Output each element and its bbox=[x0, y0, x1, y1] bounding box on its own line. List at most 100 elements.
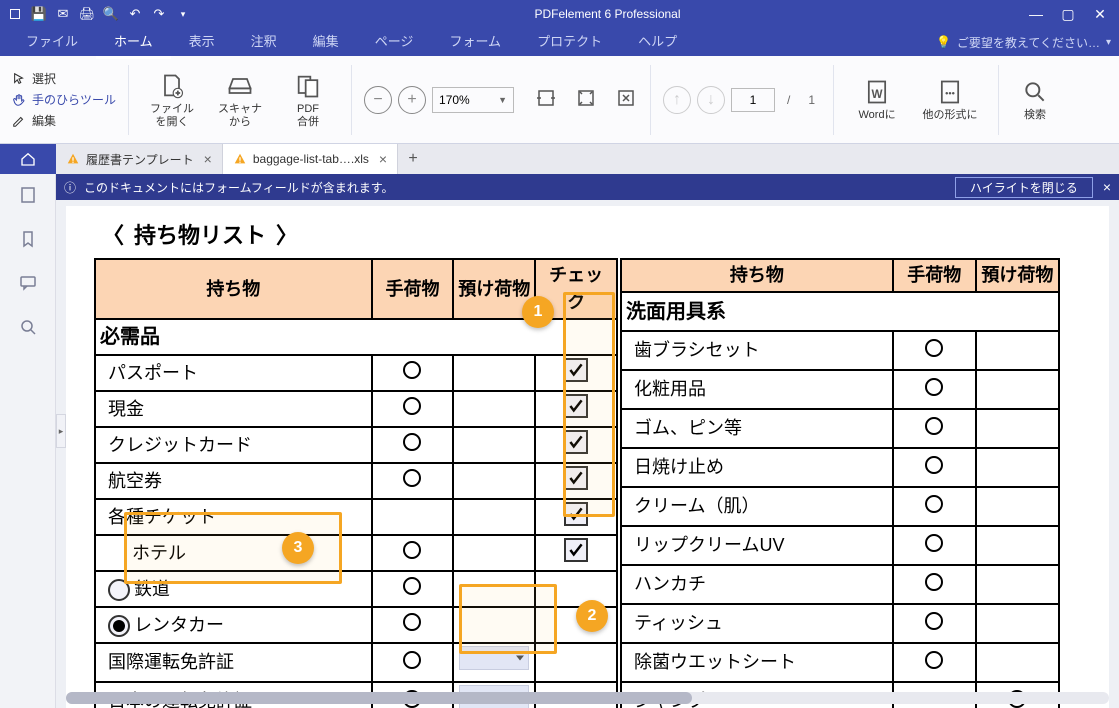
mark-cell bbox=[535, 643, 617, 682]
tool-edit[interactable]: 編集 bbox=[10, 112, 116, 130]
other-format-button[interactable]: ••• 他の形式に bbox=[914, 77, 986, 121]
item-cell: ハンカチ bbox=[621, 565, 893, 604]
open-file-button[interactable]: ファイル を開く bbox=[141, 71, 203, 127]
file-open-icon bbox=[157, 71, 187, 101]
zoom-dropdown-icon: ▼ bbox=[498, 95, 507, 105]
mark-cell[interactable] bbox=[535, 427, 617, 463]
item-cell: クリーム（肌） bbox=[621, 487, 893, 526]
close-button[interactable]: ✕ bbox=[1085, 4, 1115, 24]
menu-form[interactable]: フォーム bbox=[431, 25, 519, 59]
zoom-in-button[interactable]: + bbox=[398, 86, 426, 114]
undo-icon[interactable]: ↶ bbox=[124, 3, 146, 25]
check-cell bbox=[453, 463, 535, 499]
hand-cell bbox=[372, 607, 454, 643]
menu-edit[interactable]: 編集 bbox=[295, 25, 357, 59]
mail-icon[interactable]: ✉ bbox=[52, 3, 74, 25]
doc-tab-1[interactable]: 履歴書テンプレート × bbox=[56, 144, 223, 174]
checkbox[interactable] bbox=[564, 502, 588, 526]
comments-icon[interactable] bbox=[17, 272, 39, 294]
help-hint-chevron: ▾ bbox=[1106, 37, 1111, 48]
word-icon: W bbox=[862, 77, 892, 107]
hand-cell bbox=[372, 535, 454, 571]
hand-cell bbox=[893, 331, 976, 370]
close-tab-icon[interactable]: × bbox=[204, 151, 212, 167]
checkbox[interactable] bbox=[564, 394, 588, 418]
check-cell bbox=[453, 499, 535, 535]
document-tabs: 履歴書テンプレート × baggage-list-tab….xls × + bbox=[0, 144, 1119, 174]
next-page-button[interactable]: ↓ bbox=[697, 86, 725, 114]
item-cell: クレジットカード bbox=[95, 427, 372, 463]
search-panel-icon[interactable] bbox=[17, 316, 39, 338]
checkbox[interactable] bbox=[564, 466, 588, 490]
ribbon-separator bbox=[650, 65, 651, 135]
print-icon[interactable]: 🖨 bbox=[76, 3, 98, 25]
col-hand: 手荷物 bbox=[372, 259, 454, 319]
from-scanner-button[interactable]: スキャナ から bbox=[209, 71, 271, 127]
home-tab[interactable] bbox=[0, 144, 56, 174]
actual-size-button[interactable] bbox=[614, 86, 638, 113]
close-infobar-icon[interactable]: × bbox=[1103, 179, 1111, 195]
mark-cell[interactable] bbox=[535, 463, 617, 499]
item-cell: ホテル bbox=[95, 535, 372, 571]
to-word-button[interactable]: W Wordに bbox=[846, 77, 908, 121]
pdf-merge-button[interactable]: PDF 合併 bbox=[277, 71, 339, 127]
checkbox[interactable] bbox=[564, 358, 588, 382]
page-number-input[interactable]: 1 bbox=[731, 88, 775, 112]
mark-cell[interactable] bbox=[535, 535, 617, 571]
menu-help[interactable]: ヘルプ bbox=[620, 25, 695, 59]
lookup-icon[interactable]: 🔍 bbox=[100, 3, 122, 25]
info-message: このドキュメントにはフォームフィールドが含まれます。 bbox=[84, 179, 393, 196]
doc-tab-2-label: baggage-list-tab….xls bbox=[253, 152, 369, 166]
menu-comment[interactable]: 注釈 bbox=[233, 25, 295, 59]
menu-page[interactable]: ページ bbox=[357, 25, 432, 59]
minimize-button[interactable]: — bbox=[1021, 4, 1051, 24]
hand-icon bbox=[10, 91, 28, 109]
help-hint[interactable]: 💡 ご要望を教えてください… ▾ bbox=[936, 34, 1111, 51]
menu-home[interactable]: ホーム bbox=[96, 25, 171, 59]
tool-select[interactable]: 選択 bbox=[10, 70, 116, 88]
prev-section-icon[interactable]: 〈 bbox=[102, 218, 124, 250]
annotation-badge-1: 1 bbox=[522, 296, 554, 328]
tables-wrap: 持ち物 手荷物 預け荷物 チェック 必需品 パスポート 現金 クレジットカード … bbox=[94, 258, 1081, 708]
prev-page-button[interactable]: ↑ bbox=[663, 86, 691, 114]
fit-page-button[interactable] bbox=[574, 86, 598, 113]
fit-width-button[interactable] bbox=[534, 86, 558, 113]
zoom-level[interactable]: 170%▼ bbox=[432, 87, 514, 113]
close-highlight-button[interactable]: ハイライトを閉じる bbox=[955, 177, 1093, 198]
search-button[interactable]: 検索 bbox=[1011, 77, 1059, 121]
check-cell bbox=[453, 427, 535, 463]
bookmarks-icon[interactable] bbox=[17, 228, 39, 250]
save-icon[interactable]: 💾 bbox=[28, 3, 50, 25]
thumbnails-icon[interactable] bbox=[17, 184, 39, 206]
quick-access-toolbar: 💾 ✉ 🖨 🔍 ↶ ↷ ▾ bbox=[4, 3, 194, 25]
checkbox[interactable] bbox=[564, 430, 588, 454]
qat-dropdown-icon[interactable]: ▾ bbox=[172, 3, 194, 25]
menu-view[interactable]: 表示 bbox=[171, 25, 233, 59]
mark-cell[interactable] bbox=[535, 355, 617, 391]
doc-tab-2[interactable]: baggage-list-tab….xls × bbox=[223, 144, 398, 174]
zoom-out-button[interactable]: − bbox=[364, 86, 392, 114]
page-of-label: / bbox=[787, 93, 790, 107]
hand-cell bbox=[372, 391, 454, 427]
radio-button[interactable] bbox=[108, 579, 130, 601]
new-tab-button[interactable]: + bbox=[398, 144, 428, 174]
check-cell bbox=[976, 448, 1059, 487]
menu-protect[interactable]: プロテクト bbox=[519, 25, 620, 59]
sidebar-collapse-handle[interactable]: ▸ bbox=[56, 414, 66, 448]
radio-button[interactable] bbox=[108, 615, 130, 637]
tool-hand[interactable]: 手のひらツール bbox=[10, 91, 116, 109]
maximize-button[interactable]: ▢ bbox=[1053, 4, 1083, 24]
hand-cell bbox=[893, 448, 976, 487]
checkbox[interactable] bbox=[564, 538, 588, 562]
ribbon-separator bbox=[128, 65, 129, 135]
mark-cell[interactable] bbox=[535, 391, 617, 427]
scrollbar-thumb[interactable] bbox=[66, 692, 692, 704]
close-tab-icon[interactable]: × bbox=[379, 151, 387, 167]
redo-icon[interactable]: ↷ bbox=[148, 3, 170, 25]
horizontal-scrollbar[interactable] bbox=[66, 692, 1109, 704]
dropdown-field[interactable] bbox=[459, 646, 529, 670]
next-section-icon[interactable]: 〉 bbox=[276, 218, 298, 250]
menu-file[interactable]: ファイル bbox=[8, 25, 96, 59]
mark-cell[interactable] bbox=[535, 499, 617, 535]
app-menu-button[interactable] bbox=[4, 3, 26, 25]
